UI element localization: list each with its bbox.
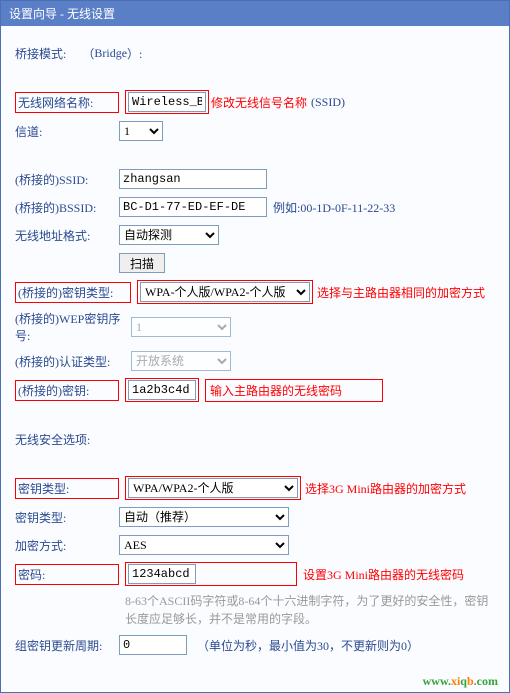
rekey-suffix: （单位为秒，最小值为30，不更新则为0）	[197, 637, 419, 654]
security-options-label: 无线安全选项:	[15, 431, 90, 448]
encryption-select[interactable]: AES	[119, 535, 289, 555]
panel-title: 设置向导 - 无线设置	[1, 1, 509, 26]
wep-index-select: 1	[131, 317, 231, 337]
bridge-ssid-input[interactable]	[119, 169, 267, 189]
ssid-annot: 修改无线信号名称	[211, 94, 307, 111]
wizard-panel: 设置向导 - 无线设置 桥接模式: （ Bridge ）: 无线网络名称: 修改…	[0, 0, 510, 693]
scan-button[interactable]: 扫描	[119, 253, 165, 273]
channel-select[interactable]: 1	[119, 121, 163, 141]
bridge-bssid-input[interactable]	[119, 197, 267, 217]
auth-type-select: 开放系统	[131, 351, 231, 371]
bridge-key-input[interactable]	[128, 380, 196, 400]
sec-key-type2-select[interactable]: 自动（推荐）	[119, 507, 289, 527]
ssid-suffix: (SSID)	[311, 95, 345, 110]
ssid-label: 无线网络名称:	[15, 92, 119, 113]
bridge-key-label: (桥接的)密钥:	[15, 380, 119, 401]
password-help: 8-63个ASCII码字符或8-64个十六进制字符，为了更好的安全性，密钥长度应…	[125, 592, 495, 628]
bridge-mode-label: 桥接模式:	[15, 45, 66, 62]
password-annot: 设置3G Mini路由器的无线密码	[303, 566, 464, 583]
password-label: 密码:	[15, 564, 119, 585]
bridge-ssid-label: (桥接的)SSID:	[15, 171, 113, 188]
bridge-key-annot: 输入主路由器的无线密码	[205, 379, 383, 402]
addr-format-label: 无线地址格式:	[15, 227, 113, 244]
watermark: www.xiqb.com	[423, 674, 498, 689]
sec-key-type-label: 密钥类型:	[15, 478, 119, 499]
rekey-label: 组密钥更新周期:	[15, 637, 113, 654]
auth-type-label: (桥接的)认证类型:	[15, 353, 125, 370]
key-type-select[interactable]: WPA-个人版/WPA2-个人版	[140, 282, 310, 302]
bridge-mode-row: 桥接模式: （ Bridge ）:	[15, 42, 495, 64]
wep-index-label: (桥接的)WEP密钥序号:	[15, 310, 125, 344]
sec-key-type-select[interactable]: WPA/WPA2-个人版	[128, 478, 298, 498]
encryption-label: 加密方式:	[15, 537, 113, 554]
ssid-input[interactable]	[128, 92, 206, 112]
bssid-example: 例如:00-1D-0F-11-22-33	[273, 199, 395, 216]
sec-key-type-annot: 选择3G Mini路由器的加密方式	[305, 480, 466, 497]
key-type-label: (桥接的)密钥类型:	[15, 282, 131, 303]
rekey-input[interactable]	[119, 635, 187, 655]
sec-key-type2-label: 密钥类型:	[15, 509, 113, 526]
addr-format-select[interactable]: 自动探测	[119, 225, 219, 245]
password-input[interactable]	[128, 564, 196, 584]
key-type-annot: 选择与主路由器相同的加密方式	[317, 284, 485, 301]
channel-label: 信道:	[15, 123, 113, 140]
bridge-bssid-label: (桥接的)BSSID:	[15, 199, 113, 216]
